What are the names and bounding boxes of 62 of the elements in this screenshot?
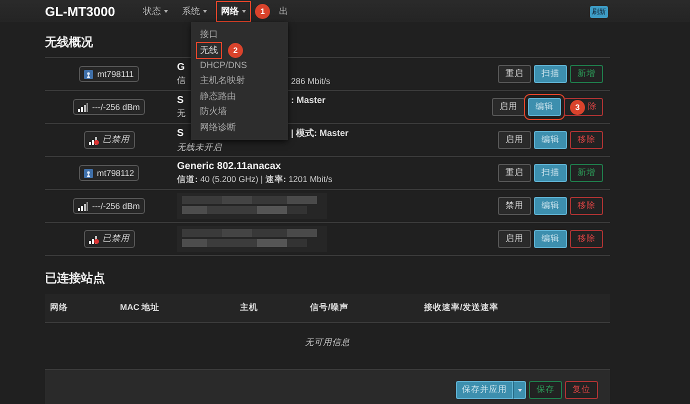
status-badge: mt798111 [79, 66, 139, 82]
status-badge: 已禁用 [84, 230, 134, 248]
antenna-icon [84, 168, 93, 178]
step-marker: 2 [228, 42, 243, 58]
nav-menu-item[interactable]: 系统 [177, 0, 212, 22]
default-button[interactable]: 重启 [498, 164, 531, 182]
column-header: MAC 地址 [115, 294, 235, 323]
column-header: 主机 [235, 294, 305, 323]
network-details: 信 [177, 74, 186, 86]
menu-item[interactable]: 防火墙 [196, 103, 231, 120]
default-button[interactable]: 禁用 [498, 197, 531, 215]
network-mode: | 模式: Master [291, 126, 349, 140]
status-badge: 已禁用 [84, 131, 134, 149]
negative-button[interactable]: 移除 [570, 230, 603, 248]
default-button[interactable]: 重启 [498, 65, 531, 83]
menu-item[interactable]: 静态路由 [196, 88, 240, 105]
default-button[interactable]: 启用 [498, 230, 531, 248]
antenna-icon [84, 70, 94, 78]
network-name: G [177, 62, 185, 72]
network-name: Generic 802.11anacax [177, 160, 281, 172]
network-name: S [177, 128, 184, 138]
column-header: 网络 [45, 294, 115, 323]
signal-disabled-icon [88, 234, 98, 244]
column-header: 信号/噪声 [305, 294, 419, 323]
signal-icon [78, 102, 88, 112]
menu-item[interactable]: DHCP/DNS [196, 58, 252, 72]
step-marker: 3 [570, 100, 585, 114]
negative-button[interactable]: 移除 [570, 197, 603, 215]
status-badge: mt798112 [78, 165, 140, 181]
menu-item[interactable]: 接口 [196, 26, 222, 44]
default-button[interactable]: 启用 [492, 98, 525, 116]
status-badge: ---/-256 dBm [73, 198, 145, 214]
caret-icon [203, 10, 208, 12]
negative-button[interactable]: 复位 [565, 381, 598, 399]
signal-icon [78, 202, 88, 210]
column-header: 接收速率/发送速率 [419, 294, 610, 323]
network-details: 无 [177, 108, 186, 120]
step-marker: 1 [255, 4, 270, 18]
menu-item[interactable]: 网络诊断 [196, 118, 240, 136]
caret-icon [242, 10, 246, 12]
network-details: 286 Mbit/s [291, 76, 330, 86]
nav-menu-item[interactable]: 出 [274, 0, 294, 22]
brand-title: GL-MT3000 [45, 4, 116, 18]
status-badge: ---/-256 dBm [73, 99, 145, 115]
menu-item[interactable]: 无线 [196, 42, 222, 59]
positive-button[interactable]: 保存 [529, 381, 562, 399]
positive-button[interactable]: 新增 [570, 164, 603, 182]
network-details: 信道: 40 (5.200 GHz) | 速率: 1201 Mbit/s [177, 174, 332, 186]
default-button[interactable]: 启用 [498, 131, 531, 149]
network-name: S [177, 94, 184, 106]
menu-item[interactable]: 主机名映射 [196, 72, 249, 89]
positive-button[interactable]: 新增 [570, 65, 603, 83]
section-title: 已连接站点 [45, 270, 106, 287]
dropdown-button[interactable] [513, 381, 526, 399]
nav-menu-item[interactable]: 状态 [138, 0, 174, 22]
empty-message: 无可用信息 [304, 336, 351, 349]
network-details: 无线未开启 [177, 142, 222, 154]
negative-button[interactable]: 移除 [570, 131, 603, 149]
signal-disabled-icon [88, 136, 98, 144]
negative-button[interactable]: 3 除 [564, 98, 603, 116]
caret-icon [164, 10, 168, 12]
network-mode: : Master [291, 95, 326, 105]
